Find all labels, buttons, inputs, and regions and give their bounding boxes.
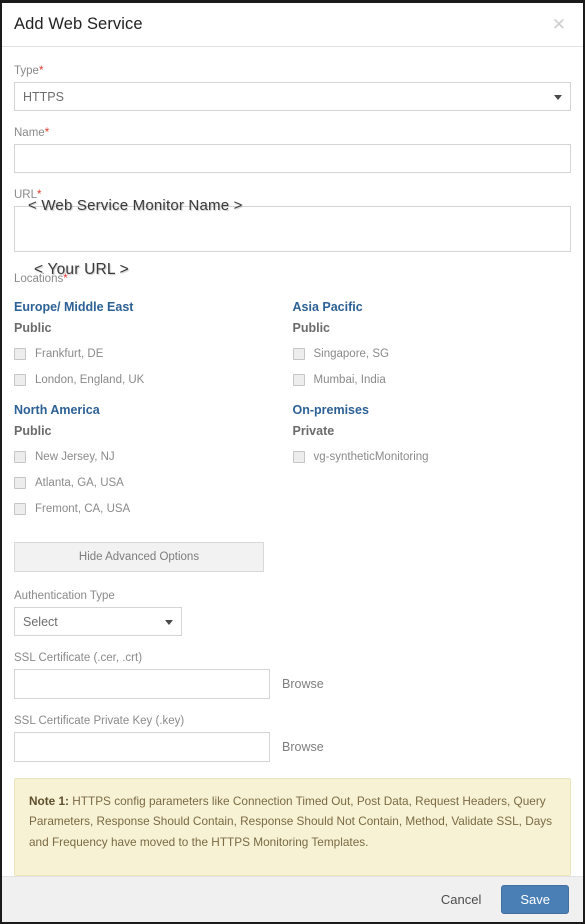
type-label: Type* bbox=[14, 65, 44, 77]
name-field-group: Name* bbox=[14, 127, 571, 173]
type-select-value: HTTPS bbox=[23, 89, 64, 104]
required-marker: * bbox=[44, 127, 50, 139]
auth-type-label: Authentication Type bbox=[14, 590, 115, 602]
ssl-certificate-group: SSL Certificate (.cer, .crt) Browse bbox=[14, 652, 571, 699]
ssl-private-key-group: SSL Certificate Private Key (.key) Brows… bbox=[14, 715, 571, 762]
visibility-title: Public bbox=[14, 424, 52, 438]
dialog-header: Add Web Service ✕ bbox=[2, 3, 583, 47]
ssl-private-key-browse-button[interactable]: Browse bbox=[282, 740, 324, 754]
locations-column-right: Asia Pacific Public Singapore, SG Mumbai… bbox=[292, 290, 572, 522]
region-block-on-premises: On-premises Private vg-syntheticMonitori… bbox=[292, 403, 572, 470]
note-text: Note 1: HTTPS config parameters like Con… bbox=[29, 791, 556, 852]
location-label: Fremont, CA, USA bbox=[35, 503, 131, 515]
add-web-service-dialog: Add Web Service ✕ Type* HTTPS Name* URL*… bbox=[0, 0, 585, 924]
note-body: HTTPS config parameters like Connection … bbox=[29, 794, 553, 849]
region-title: North America bbox=[14, 403, 100, 417]
url-input[interactable] bbox=[14, 206, 571, 252]
location-checkbox-row[interactable]: Frankfurt, DE bbox=[14, 341, 293, 367]
location-checkbox-row[interactable]: Singapore, SG bbox=[292, 341, 572, 367]
checkbox[interactable] bbox=[292, 451, 305, 463]
visibility-title: Public bbox=[292, 321, 331, 335]
ssl-certificate-label: SSL Certificate (.cer, .crt) bbox=[14, 652, 143, 664]
location-label: vg-syntheticMonitoring bbox=[313, 451, 429, 463]
region-block-europe-middle-east: Europe/ Middle East Public Frankfurt, DE… bbox=[14, 300, 293, 393]
locations-label: Locations* bbox=[14, 273, 68, 285]
url-field-group: URL* bbox=[14, 189, 571, 257]
location-label: Mumbai, India bbox=[313, 374, 386, 386]
dialog-title: Add Web Service bbox=[14, 15, 143, 33]
ssl-certificate-browse-button[interactable]: Browse bbox=[282, 677, 324, 691]
required-marker: * bbox=[63, 273, 68, 285]
checkbox[interactable] bbox=[14, 477, 26, 489]
location-checkbox-row[interactable]: London, England, UK bbox=[14, 367, 293, 393]
ssl-certificate-input[interactable] bbox=[14, 669, 270, 699]
note-lead: Note 1: bbox=[29, 794, 69, 808]
visibility-title: Private bbox=[292, 424, 335, 438]
save-button[interactable]: Save bbox=[501, 885, 569, 914]
ssl-private-key-label: SSL Certificate Private Key (.key) bbox=[14, 715, 185, 727]
type-field-group: Type* HTTPS bbox=[14, 65, 571, 111]
checkbox[interactable] bbox=[14, 348, 26, 360]
ssl-certificate-row: Browse bbox=[14, 669, 571, 699]
name-input[interactable] bbox=[14, 144, 571, 173]
location-checkbox-row[interactable]: Mumbai, India bbox=[292, 367, 572, 393]
chevron-down-icon bbox=[165, 619, 173, 625]
location-checkbox-row[interactable]: vg-syntheticMonitoring bbox=[292, 444, 572, 470]
cancel-button[interactable]: Cancel bbox=[437, 886, 485, 913]
dialog-body: Type* HTTPS Name* URL* Locations* Europe… bbox=[2, 47, 583, 876]
locations-columns: Europe/ Middle East Public Frankfurt, DE… bbox=[14, 290, 571, 522]
checkbox[interactable] bbox=[14, 451, 26, 463]
location-checkbox-row[interactable]: New Jersey, NJ bbox=[14, 444, 293, 470]
location-label: Singapore, SG bbox=[313, 348, 389, 360]
name-label: Name* bbox=[14, 127, 50, 139]
type-select[interactable]: HTTPS bbox=[14, 82, 571, 111]
checkbox[interactable] bbox=[292, 374, 305, 386]
checkbox[interactable] bbox=[14, 503, 26, 515]
close-icon[interactable]: ✕ bbox=[549, 15, 569, 35]
region-title: Asia Pacific bbox=[292, 300, 363, 314]
location-checkbox-row[interactable]: Atlanta, GA, USA bbox=[14, 470, 293, 496]
dialog-footer: Cancel Save bbox=[2, 876, 583, 922]
region-title: On-premises bbox=[292, 403, 369, 417]
location-label: Atlanta, GA, USA bbox=[35, 477, 124, 489]
visibility-title: Public bbox=[14, 321, 52, 335]
region-block-north-america: North America Public New Jersey, NJ Atla… bbox=[14, 403, 293, 522]
url-label: URL* bbox=[14, 189, 42, 201]
location-label: London, England, UK bbox=[35, 374, 145, 386]
ssl-private-key-input[interactable] bbox=[14, 732, 270, 762]
region-block-asia-pacific: Asia Pacific Public Singapore, SG Mumbai… bbox=[292, 300, 572, 393]
auth-type-select[interactable]: Select bbox=[14, 607, 182, 636]
location-label: Frankfurt, DE bbox=[35, 348, 104, 360]
required-marker: * bbox=[37, 189, 42, 201]
location-checkbox-row[interactable]: Fremont, CA, USA bbox=[14, 496, 293, 522]
auth-type-value: Select bbox=[23, 614, 58, 629]
location-label: New Jersey, NJ bbox=[35, 451, 115, 463]
region-title: Europe/ Middle East bbox=[14, 300, 134, 314]
locations-column-left: Europe/ Middle East Public Frankfurt, DE… bbox=[14, 290, 293, 522]
auth-type-group: Authentication Type Select bbox=[14, 590, 571, 636]
ssl-private-key-row: Browse bbox=[14, 732, 571, 762]
hide-advanced-options-button[interactable]: Hide Advanced Options bbox=[14, 542, 264, 572]
chevron-down-icon bbox=[554, 94, 562, 100]
required-marker: * bbox=[38, 65, 44, 77]
locations-group: Locations* Europe/ Middle East Public Fr… bbox=[14, 273, 571, 522]
note-box: Note 1: HTTPS config parameters like Con… bbox=[14, 778, 571, 876]
checkbox[interactable] bbox=[292, 348, 305, 360]
checkbox[interactable] bbox=[14, 374, 26, 386]
